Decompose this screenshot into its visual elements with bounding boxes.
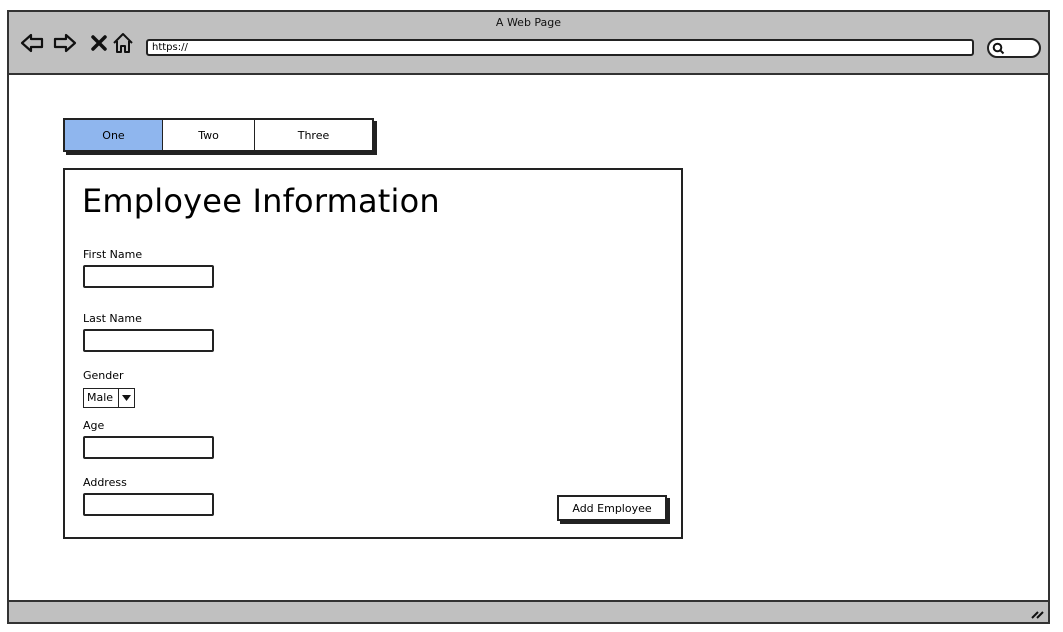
search-icon — [992, 42, 1005, 55]
browser-toolbar: A Web Page https:// — [9, 12, 1048, 75]
gender-select-value: Male — [84, 389, 119, 407]
chevron-down-icon[interactable] — [119, 389, 134, 407]
url-input[interactable]: https:// — [146, 39, 974, 56]
last-name-label: Last Name — [83, 312, 142, 325]
resize-grip-icon[interactable] — [1030, 606, 1044, 620]
first-name-input[interactable] — [83, 265, 214, 288]
tab-bar: One Two Three — [63, 118, 374, 152]
address-label: Address — [83, 476, 127, 489]
status-bar — [9, 600, 1048, 622]
search-button[interactable] — [987, 38, 1041, 58]
forward-arrow-icon[interactable] — [52, 30, 78, 56]
add-employee-button[interactable]: Add Employee — [557, 495, 667, 521]
form-heading: Employee Information — [82, 182, 440, 220]
gender-label: Gender — [83, 369, 124, 382]
age-label: Age — [83, 419, 105, 432]
window-title: A Web Page — [495, 16, 562, 29]
tab-two[interactable]: Two — [163, 120, 255, 150]
address-input[interactable] — [83, 493, 214, 516]
tab-three[interactable]: Three — [255, 120, 372, 150]
back-arrow-icon[interactable] — [19, 30, 45, 56]
age-input[interactable] — [83, 436, 214, 459]
stop-x-icon[interactable] — [86, 30, 112, 56]
tab-one[interactable]: One — [65, 120, 163, 150]
gender-select[interactable]: Male — [83, 388, 135, 408]
employee-form-panel: Employee Information First Name Last Nam… — [63, 168, 683, 539]
home-icon[interactable] — [110, 30, 136, 56]
first-name-label: First Name — [83, 248, 143, 261]
last-name-input[interactable] — [83, 329, 214, 352]
